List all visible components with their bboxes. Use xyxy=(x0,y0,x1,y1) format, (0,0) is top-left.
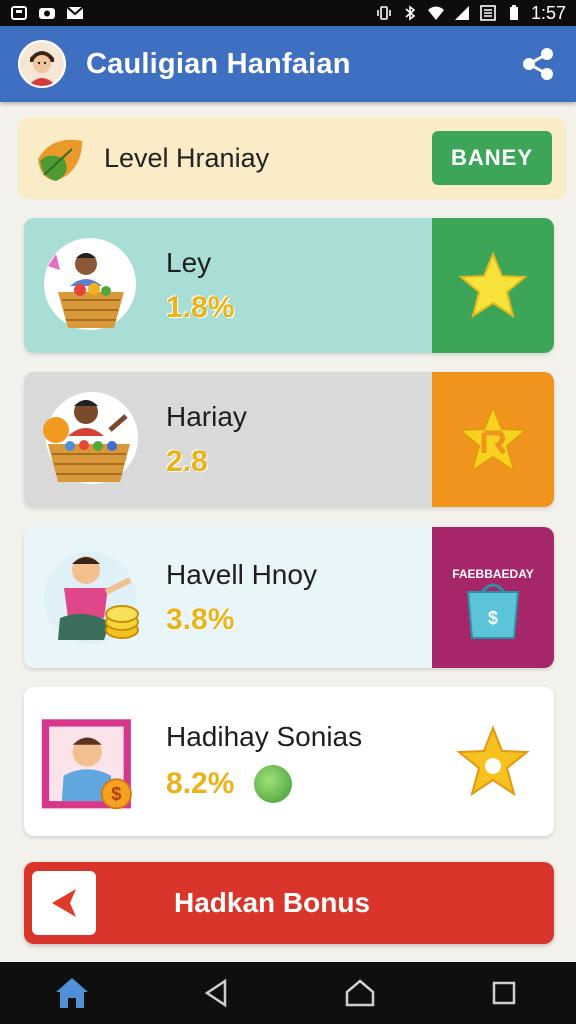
reward-card-text: Havell Hnoy 3.8% xyxy=(166,559,317,637)
reward-card-text: Hariay 2.8 xyxy=(166,401,247,479)
reward-card-action[interactable]: FAEBBAEDAY $ xyxy=(432,527,554,668)
green-coin-icon xyxy=(254,764,293,803)
reward-card-value: 8.2% xyxy=(166,764,362,803)
battery-icon xyxy=(509,5,518,20)
reward-card-title: Ley xyxy=(166,246,212,278)
mail-icon xyxy=(66,6,84,19)
gift-bag-icon: FAEBBAEDAY $ xyxy=(452,567,534,639)
status-left-icons xyxy=(10,5,84,21)
reward-card-body: $ Hadihay Sonias 8.2% xyxy=(24,687,432,836)
bluetooth-icon xyxy=(405,5,416,21)
nav-home-system[interactable] xyxy=(336,969,384,1017)
reward-card-value: 1.8% xyxy=(166,291,234,325)
reward-card-title: Hariay xyxy=(166,400,247,432)
avatar[interactable] xyxy=(18,40,66,88)
reward-card-action[interactable] xyxy=(432,372,554,507)
reward-card-2[interactable]: Hariay 2.8 xyxy=(24,372,554,507)
reward-card-body: Havell Hnoy 3.8% xyxy=(24,527,432,668)
back-arrow-icon xyxy=(52,889,76,917)
star-icon xyxy=(458,250,528,318)
avatar-image xyxy=(20,42,64,86)
level-action-button[interactable]: BANEY xyxy=(432,131,552,185)
status-right-icons: 1:57 xyxy=(375,3,566,24)
fruit-basket-illustration xyxy=(43,391,138,484)
wifi-icon xyxy=(427,6,444,20)
basket-person-illustration xyxy=(44,237,136,330)
star-badge-icon xyxy=(457,403,529,473)
share-button[interactable] xyxy=(518,44,558,84)
nav-back[interactable] xyxy=(192,969,240,1017)
recent-apps-icon xyxy=(492,981,516,1005)
nav-home[interactable] xyxy=(48,969,96,1017)
app-bar: Cauligian Hanfaian xyxy=(0,26,576,102)
reward-card-value-text: 3.8% xyxy=(166,602,235,636)
bonus-icon-box xyxy=(32,871,96,935)
bonus-label: Hadkan Bonus xyxy=(174,887,371,918)
coin-person-illustration xyxy=(44,551,139,644)
nav-recent-apps[interactable] xyxy=(480,969,528,1017)
reward-card-text: Hadihay Sonias 8.2% xyxy=(166,721,362,803)
reward-card-value-text: 8.2% xyxy=(166,766,235,800)
reward-card-body: Hariay 2.8 xyxy=(24,372,432,507)
reward-card-value-text: 1.8% xyxy=(166,290,235,324)
gift-bag-text: FAEBBAEDAY xyxy=(452,567,534,581)
reward-card-value-text: 2.8 xyxy=(166,444,208,478)
reward-card-action[interactable] xyxy=(432,687,554,836)
leaf-icon xyxy=(38,139,82,181)
reward-card-body: Ley 1.8% xyxy=(24,218,432,353)
vibrate-icon xyxy=(377,6,391,20)
level-banner: Level Hraniay BANEY xyxy=(18,117,566,199)
reward-card-1[interactable]: Ley 1.8% xyxy=(24,218,554,353)
home-icon xyxy=(56,978,88,1008)
svg-text:$: $ xyxy=(488,608,498,628)
reward-card-3[interactable]: Havell Hnoy 3.8% FAEBBAEDAY $ xyxy=(24,527,554,668)
bonus-button[interactable]: Hadkan Bonus xyxy=(24,862,554,944)
star-icon xyxy=(456,724,530,796)
reward-card-title: Havell Hnoy xyxy=(166,558,317,590)
storage-icon xyxy=(11,6,27,20)
money-person-illustration: $ xyxy=(41,718,132,809)
reward-card-text: Ley 1.8% xyxy=(166,247,234,325)
app-title: Cauligian Hanfaian xyxy=(86,47,351,80)
home-circle-icon xyxy=(345,979,375,1007)
reward-card-4[interactable]: $ Hadihay Sonias 8.2% xyxy=(24,687,554,836)
back-icon xyxy=(204,978,227,1008)
status-time: 1:57 xyxy=(530,2,566,23)
share-icon xyxy=(523,48,553,80)
signal-icon xyxy=(454,6,469,20)
data-icon xyxy=(480,5,496,21)
reward-card-title: Hadihay Sonias xyxy=(166,720,363,752)
status-bar: 1:57 xyxy=(0,0,576,26)
system-nav-bar xyxy=(0,962,576,1024)
reward-card-value: 2.8 xyxy=(166,445,247,479)
reward-card-value: 3.8% xyxy=(166,603,317,637)
level-label: Level Hraniay xyxy=(104,142,270,173)
reward-card-action[interactable] xyxy=(432,218,554,353)
svg-text:$: $ xyxy=(111,784,121,804)
camera-icon xyxy=(39,8,55,19)
